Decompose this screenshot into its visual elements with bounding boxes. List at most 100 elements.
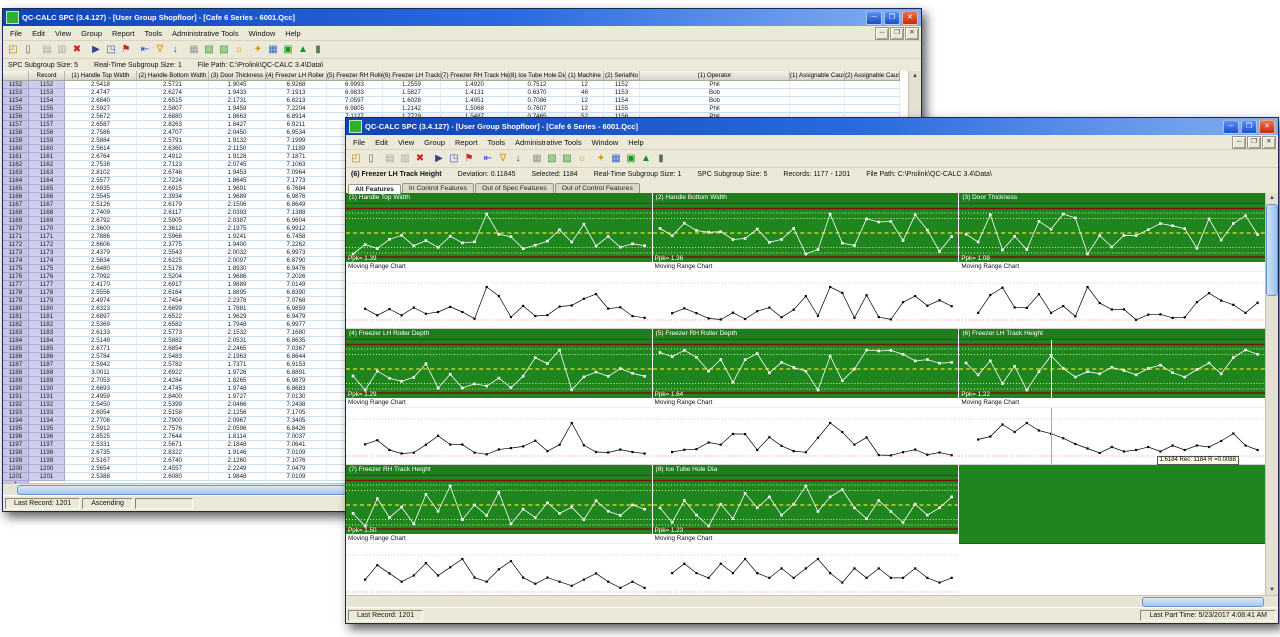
delete-x-icon[interactable]: ✖ xyxy=(70,43,84,57)
mdi-restore-button[interactable]: ❐ xyxy=(890,27,904,40)
xbar-chart[interactable]: Ppk= 1.50 xyxy=(346,476,652,534)
restore-button[interactable]: ❐ xyxy=(1241,120,1257,134)
title-bar[interactable]: QC-CALC SPC (3.4.127) - [User Group Shop… xyxy=(346,118,1278,135)
column-header[interactable]: (6) Freezer LH Track Height xyxy=(383,71,441,81)
first-record-icon[interactable]: ⇤ xyxy=(138,43,152,57)
table-row[interactable]: 115411542.68402.65152.17316.82137.05971.… xyxy=(3,97,908,105)
column-header[interactable]: (1) Handle Top Width xyxy=(65,71,137,81)
column-header[interactable]: (8) Ice Tube Hole Dia xyxy=(509,71,566,81)
copy-icon[interactable]: ▤ xyxy=(383,152,397,166)
xbar-chart[interactable]: Ppk= 1.23 xyxy=(653,476,959,534)
close-button[interactable]: ✕ xyxy=(902,11,918,25)
menu-view[interactable]: View xyxy=(50,28,76,39)
admin-key-icon[interactable]: ✦ xyxy=(251,43,265,57)
xbar-chart[interactable]: Ppk= 1.08 xyxy=(959,204,1265,262)
column-header[interactable]: (3) Door Thickness xyxy=(209,71,266,81)
column-header[interactable]: (5) Freezer RH Roller Depth xyxy=(327,71,383,81)
sort-icon[interactable]: ↓ xyxy=(168,43,182,57)
menu-edit[interactable]: Edit xyxy=(370,137,393,148)
column-header[interactable]: (2) Handle Bottom Width xyxy=(137,71,209,81)
menu-tools[interactable]: Tools xyxy=(483,137,511,148)
sort-icon[interactable]: ↓ xyxy=(511,152,525,166)
column-header[interactable]: (1) Machine xyxy=(566,71,604,81)
minimize-button[interactable]: ─ xyxy=(1223,120,1239,134)
delete-record-icon[interactable]: ▯ xyxy=(21,43,35,57)
menu-administrative-tools[interactable]: Administrative Tools xyxy=(167,28,244,39)
menu-window[interactable]: Window xyxy=(244,28,281,39)
moving-range-chart[interactable] xyxy=(346,544,652,595)
first-record-icon[interactable]: ⇤ xyxy=(481,152,495,166)
goto-record-icon[interactable]: ▶ xyxy=(89,43,103,57)
chart-vertical-scrollbar[interactable]: ▲ ▼ xyxy=(1265,193,1278,595)
column-header[interactable]: (1) Operator xyxy=(640,71,790,81)
lightbulb-icon[interactable]: ☼ xyxy=(575,152,589,166)
scroll-up-icon[interactable]: ▲ xyxy=(912,71,918,81)
restore-button[interactable]: ❐ xyxy=(884,11,900,25)
menu-edit[interactable]: Edit xyxy=(27,28,50,39)
menu-help[interactable]: Help xyxy=(280,28,305,39)
usb-device-icon[interactable]: ▮ xyxy=(654,152,668,166)
column-header[interactable]: Record xyxy=(29,71,65,81)
moving-range-chart[interactable] xyxy=(653,544,959,595)
menu-report[interactable]: Report xyxy=(107,28,140,39)
moving-range-chart[interactable] xyxy=(959,272,1265,329)
menu-group[interactable]: Group xyxy=(419,137,450,148)
column-header[interactable]: (4) Freezer LH Roller Depth xyxy=(266,71,327,81)
spc-grid-icon[interactable]: ▦ xyxy=(530,152,544,166)
xbar-chart[interactable]: Ppk= 1.22 xyxy=(959,340,1265,398)
minimize-button[interactable]: ─ xyxy=(866,11,882,25)
menu-administrative-tools[interactable]: Administrative Tools xyxy=(510,137,587,148)
gage-chart-icon[interactable]: ▨ xyxy=(560,152,574,166)
open-report-icon[interactable]: ◰ xyxy=(349,152,363,166)
title-bar[interactable]: QC-CALC SPC (3.4.127) - [User Group Shop… xyxy=(3,9,921,26)
lightbulb-icon[interactable]: ☼ xyxy=(232,43,246,57)
tab-out-of-spec-features[interactable]: Out of Spec Features xyxy=(475,183,554,193)
pin-icon[interactable]: ⚑ xyxy=(462,152,476,166)
open-report-icon[interactable]: ◰ xyxy=(6,43,20,57)
gage-chart-icon[interactable]: ▨ xyxy=(217,43,231,57)
xbar-chart[interactable]: Ppk= 1.64 xyxy=(653,340,959,398)
moving-range-chart[interactable] xyxy=(653,272,959,329)
tab-all-features[interactable]: All Features xyxy=(348,184,401,194)
moving-range-chart[interactable] xyxy=(346,272,652,329)
mdi-close-button[interactable]: ✕ xyxy=(905,27,919,40)
column-header[interactable] xyxy=(3,71,29,81)
trend-chart-icon[interactable]: ▲ xyxy=(639,152,653,166)
column-header[interactable]: (2) SerialNo xyxy=(604,71,640,81)
xbar-chart[interactable]: Ppk= 1.39 xyxy=(346,204,652,262)
filter-icon[interactable]: ∇ xyxy=(496,152,510,166)
scroll-up-icon[interactable]: ▲ xyxy=(1269,193,1275,203)
menu-window[interactable]: Window xyxy=(587,137,624,148)
scroll-thumb[interactable] xyxy=(1142,597,1264,607)
scroll-down-icon[interactable]: ▼ xyxy=(1269,585,1275,595)
xbar-chart[interactable]: Ppk= 1.29 xyxy=(346,340,652,398)
column-header[interactable]: (1) Assignable Cause1 xyxy=(790,71,845,81)
usb-device-icon[interactable]: ▮ xyxy=(311,43,325,57)
close-button[interactable]: ✕ xyxy=(1259,120,1275,134)
filter-icon[interactable]: ∇ xyxy=(153,43,167,57)
menu-help[interactable]: Help xyxy=(623,137,648,148)
menu-report[interactable]: Report xyxy=(450,137,483,148)
monitor-live-icon[interactable]: ▣ xyxy=(281,43,295,57)
delete-record-icon[interactable]: ▯ xyxy=(364,152,378,166)
menu-group[interactable]: Group xyxy=(76,28,107,39)
paste-icon[interactable]: ▥ xyxy=(398,152,412,166)
table-row[interactable]: 115511552.59272.58071.94597.22046.98051.… xyxy=(3,105,908,113)
monitor-live-icon[interactable]: ▣ xyxy=(624,152,638,166)
mdi-minimize-button[interactable]: ─ xyxy=(875,27,889,40)
raw-chart-icon[interactable]: ▧ xyxy=(545,152,559,166)
datasheet-icon[interactable]: ▦ xyxy=(609,152,623,166)
moving-range-chart[interactable] xyxy=(346,408,652,465)
datasheet-icon[interactable]: ▦ xyxy=(266,43,280,57)
trend-chart-icon[interactable]: ▲ xyxy=(296,43,310,57)
moving-range-chart[interactable] xyxy=(653,408,959,465)
table-row[interactable]: 115311532.47472.62741.94337.19136.98331.… xyxy=(3,89,908,97)
table-row[interactable]: 115211522.54182.57211.90456.92686.99931.… xyxy=(3,81,908,89)
pin-icon[interactable]: ⚑ xyxy=(119,43,133,57)
spc-grid-icon[interactable]: ▦ xyxy=(187,43,201,57)
admin-key-icon[interactable]: ✦ xyxy=(594,152,608,166)
raw-chart-icon[interactable]: ▧ xyxy=(202,43,216,57)
menu-view[interactable]: View xyxy=(393,137,419,148)
goto-record-icon[interactable]: ▶ xyxy=(432,152,446,166)
edit-report-icon[interactable]: ◳ xyxy=(447,152,461,166)
